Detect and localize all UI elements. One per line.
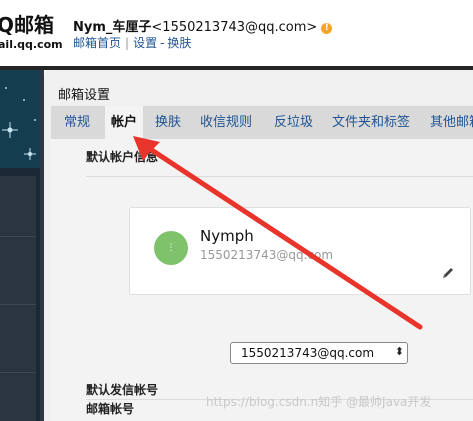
- warning-icon[interactable]: !: [321, 23, 333, 34]
- link-separator: |: [125, 36, 130, 50]
- tab-other-mailbox[interactable]: 其他邮箱: [430, 106, 473, 139]
- top-links: 邮箱首页 | 设置 - 换肤: [73, 34, 191, 51]
- logo-domain: ail.qq.com: [0, 38, 63, 51]
- section-divider: [86, 176, 473, 177]
- settings-panel: 邮箱设置 常规 帐户 换肤 收信规则 反垃圾 文件夹和标签 其他邮箱 默认帐户信…: [44, 70, 473, 421]
- link-mailbox-home[interactable]: 邮箱首页: [73, 36, 121, 50]
- account-card: ⋮ Nymph 1550213743@qq.com: [129, 207, 471, 295]
- default-sender-select[interactable]: 1550213743@qq.com ⬍: [230, 342, 408, 364]
- watermark-text: https://blog.csdn.n知乎 @最帅Java开发: [206, 395, 432, 409]
- section-title-default-account: 默认帐户信息: [86, 150, 159, 164]
- pencil-icon[interactable]: [440, 265, 456, 281]
- account-email: 1550213743@qq.com: [200, 248, 334, 262]
- tab-general[interactable]: 常规: [64, 106, 90, 139]
- sidebar-divider: [0, 372, 36, 373]
- user-name: Nym_车厘子: [73, 20, 152, 35]
- tab-skin[interactable]: 换肤: [155, 106, 181, 139]
- starfield-decoration: [0, 70, 40, 168]
- link-skin[interactable]: 换肤: [167, 36, 191, 50]
- section-title-mail-account: 邮箱帐号: [86, 402, 135, 416]
- sidebar-nav-list: [0, 176, 36, 421]
- account-settings-content: 默认帐户信息 ⋮ Nymph 1550213743@qq.com 默认发信帐号: [51, 139, 473, 421]
- link-dot: -: [160, 36, 165, 50]
- sender-select-value: 1550213743@qq.com: [241, 346, 375, 360]
- user-email: <1550213743@qq.com>: [151, 20, 318, 35]
- tab-folders-labels[interactable]: 文件夹和标签: [332, 106, 410, 139]
- qq-mail-logo[interactable]: Q邮箱: [0, 14, 54, 36]
- user-identity: Nym_车厘子<1550213743@qq.com>!: [73, 16, 333, 35]
- sidebar-divider: [0, 236, 36, 237]
- sidebar-divider: [0, 304, 36, 305]
- tab-receive-rules[interactable]: 收信规则: [200, 106, 252, 139]
- avatar: ⋮: [154, 231, 188, 265]
- settings-tabs: 常规 帐户 换肤 收信规则 反垃圾 文件夹和标签 其他邮箱: [51, 106, 473, 139]
- section-title-default-sender: 默认发信帐号: [86, 383, 159, 397]
- account-display-name: Nymph: [200, 227, 254, 245]
- link-settings[interactable]: 设置: [133, 36, 157, 50]
- select-updown-icon: ⬍: [394, 345, 404, 358]
- page-title: 邮箱设置: [58, 88, 111, 103]
- top-header: Q邮箱 ail.qq.com Nym_车厘子<1550213743@qq.com…: [0, 0, 473, 66]
- sidebar-banner: [0, 70, 40, 168]
- tab-account[interactable]: 帐户: [105, 106, 144, 139]
- sidebar: [0, 70, 40, 421]
- tab-anti-spam[interactable]: 反垃圾: [274, 106, 313, 139]
